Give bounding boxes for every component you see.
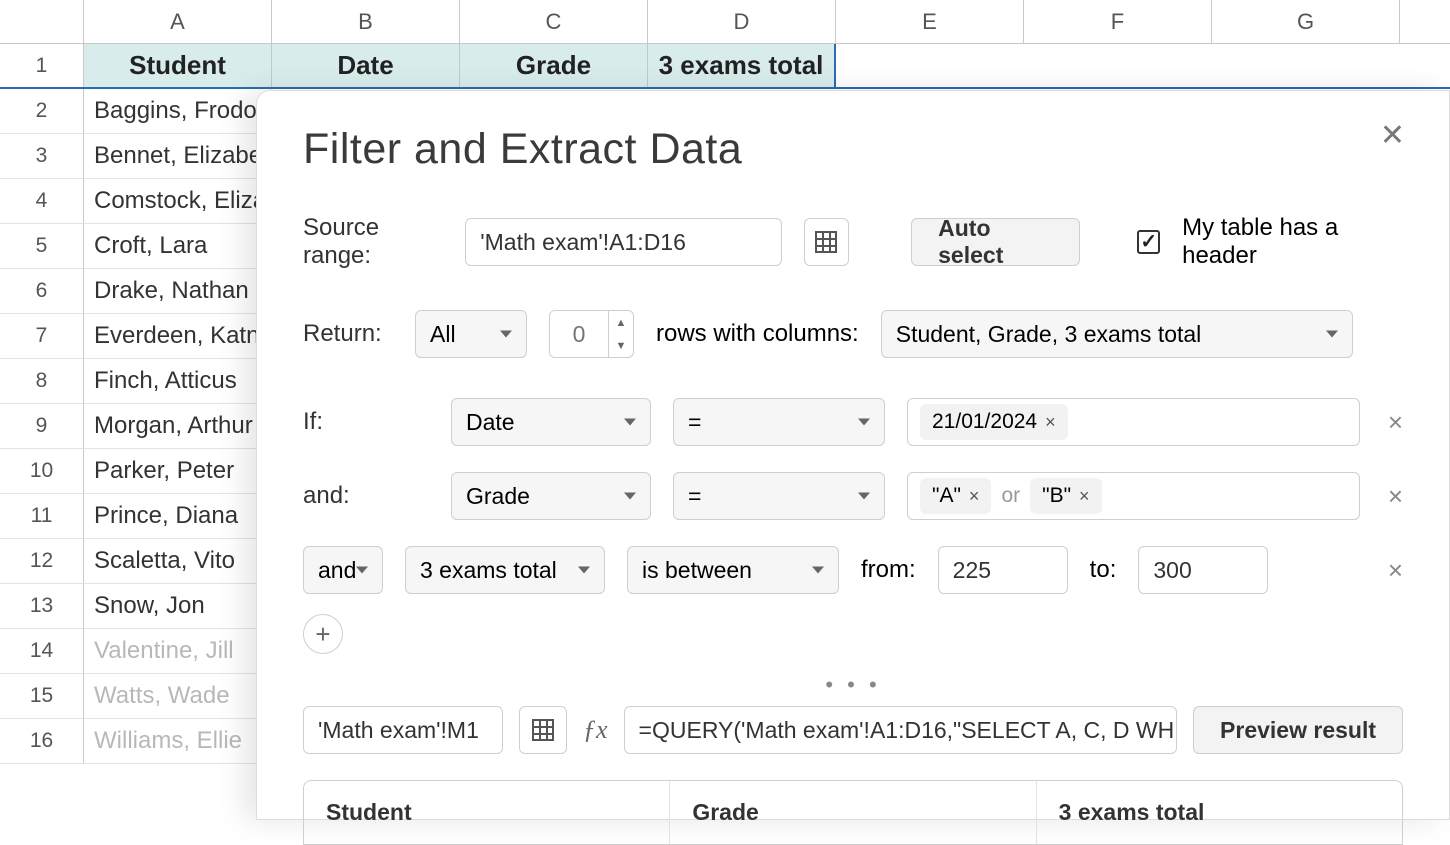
col-header-a[interactable]: A (84, 0, 272, 43)
row-header[interactable]: 9 (0, 404, 84, 448)
chip-remove-icon[interactable]: × (1079, 486, 1090, 507)
cond2-field-select[interactable]: Grade (451, 472, 651, 520)
remove-condition-icon[interactable]: × (1388, 481, 1403, 512)
value-chip[interactable]: "A"× (920, 478, 991, 514)
range-picker-icon[interactable] (519, 706, 567, 754)
return-scope-select[interactable]: All (415, 310, 527, 358)
preview-result-button[interactable]: Preview result (1193, 706, 1403, 754)
filter-extract-panel: Filter and Extract Data ✕ Source range: … (256, 90, 1450, 820)
remove-condition-icon[interactable]: × (1388, 555, 1403, 586)
column-header-row: A B C D E F G (0, 0, 1450, 44)
col-header-e[interactable]: E (836, 0, 1024, 43)
return-count-stepper[interactable]: ▲▼ (549, 310, 634, 358)
range-picker-icon[interactable] (804, 218, 849, 266)
cell[interactable]: Parker, Peter (84, 449, 272, 493)
cell[interactable]: Comstock, Elizabeth (84, 179, 272, 223)
col-header-d[interactable]: D (648, 0, 836, 43)
stepper-down-icon[interactable]: ▼ (609, 334, 633, 357)
row-header[interactable]: 8 (0, 359, 84, 403)
row-header[interactable]: 5 (0, 224, 84, 268)
cond1-field-select[interactable]: Date (451, 398, 651, 446)
cell[interactable]: Valentine, Jill (84, 629, 272, 673)
close-icon[interactable]: ✕ (1380, 121, 1405, 151)
cond1-value-input[interactable]: 21/01/2024× (907, 398, 1360, 446)
panel-title: Filter and Extract Data (303, 125, 1403, 174)
from-label: from: (861, 556, 916, 584)
cond3-field-select[interactable]: 3 exams total (405, 546, 605, 594)
auto-select-button[interactable]: Auto select (911, 218, 1080, 266)
destination-input[interactable]: 'Math exam'!M1 (303, 706, 503, 754)
result-col-student: Student (304, 781, 670, 844)
row-header[interactable]: 4 (0, 179, 84, 223)
cell[interactable]: Prince, Diana (84, 494, 272, 538)
cell[interactable]: Watts, Wade (84, 674, 272, 718)
cond2-value-input[interactable]: "A"× or "B"× (907, 472, 1360, 520)
and-label: and: (303, 482, 393, 510)
col-header-f[interactable]: F (1024, 0, 1212, 43)
formula-input[interactable]: =QUERY('Math exam'!A1:D16,"SELECT A, C, … (624, 706, 1177, 754)
result-preview-header: Student Grade 3 exams total (303, 780, 1403, 845)
row-header[interactable]: 11 (0, 494, 84, 538)
cell-c1[interactable]: Grade (460, 44, 648, 87)
remove-condition-icon[interactable]: × (1388, 407, 1403, 438)
has-header-checkbox[interactable] (1137, 230, 1160, 254)
col-header-c[interactable]: C (460, 0, 648, 43)
row-header[interactable]: 16 (0, 719, 84, 763)
cond2-op-select[interactable]: = (673, 472, 885, 520)
value-chip[interactable]: "B"× (1030, 478, 1101, 514)
result-col-total: 3 exams total (1037, 781, 1402, 844)
drag-handle-icon[interactable]: • • • (303, 672, 1403, 698)
row-header[interactable]: 10 (0, 449, 84, 493)
cell[interactable]: Everdeen, Katniss (84, 314, 272, 358)
select-all-corner[interactable] (0, 0, 84, 43)
row-header[interactable]: 6 (0, 269, 84, 313)
cond3-op-select[interactable]: is between (627, 546, 839, 594)
if-label: If: (303, 408, 393, 436)
col-header-g[interactable]: G (1212, 0, 1400, 43)
or-separator: or (1001, 484, 1020, 508)
cond3-from-input[interactable]: 225 (938, 546, 1068, 594)
cell[interactable]: Croft, Lara (84, 224, 272, 268)
fx-icon: ƒx (583, 715, 608, 745)
table-row: 1 Student Date Grade 3 exams total (0, 44, 1450, 89)
cond3-to-input[interactable]: 300 (1138, 546, 1268, 594)
row-header[interactable]: 2 (0, 89, 84, 133)
row-header[interactable]: 12 (0, 539, 84, 583)
row-header[interactable]: 15 (0, 674, 84, 718)
rows-with-columns-label: rows with columns: (656, 320, 859, 348)
cell-a1[interactable]: Student (84, 44, 272, 87)
cell[interactable]: Bennet, Elizabeth (84, 134, 272, 178)
result-col-grade: Grade (670, 781, 1036, 844)
cell[interactable]: Morgan, Arthur (84, 404, 272, 448)
cell[interactable]: Williams, Ellie (84, 719, 272, 763)
cell[interactable]: Drake, Nathan (84, 269, 272, 313)
col-header-b[interactable]: B (272, 0, 460, 43)
cell-b1[interactable]: Date (272, 44, 460, 87)
cell[interactable]: Snow, Jon (84, 584, 272, 628)
return-label: Return: (303, 320, 393, 348)
cond1-op-select[interactable]: = (673, 398, 885, 446)
add-condition-button[interactable]: + (303, 614, 343, 654)
has-header-label: My table has a header (1182, 214, 1403, 270)
source-range-input[interactable]: 'Math exam'!A1:D16 (465, 218, 782, 266)
cell[interactable]: Baggins, Frodo (84, 89, 272, 133)
value-chip[interactable]: 21/01/2024× (920, 404, 1068, 440)
row-header-1[interactable]: 1 (0, 44, 84, 87)
row-header[interactable]: 13 (0, 584, 84, 628)
row-header[interactable]: 7 (0, 314, 84, 358)
return-count-input[interactable] (550, 311, 608, 357)
row-header[interactable]: 14 (0, 629, 84, 673)
to-label: to: (1090, 556, 1117, 584)
cell[interactable]: Finch, Atticus (84, 359, 272, 403)
cell[interactable]: Scaletta, Vito (84, 539, 272, 583)
columns-select[interactable]: Student, Grade, 3 exams total (881, 310, 1353, 358)
cell-d1[interactable]: 3 exams total (648, 44, 836, 87)
stepper-up-icon[interactable]: ▲ (609, 311, 633, 334)
source-range-label: Source range: (303, 214, 443, 270)
chip-remove-icon[interactable]: × (969, 486, 980, 507)
row-header[interactable]: 3 (0, 134, 84, 178)
chip-remove-icon[interactable]: × (1045, 412, 1056, 433)
cond3-conj-select[interactable]: and (303, 546, 383, 594)
